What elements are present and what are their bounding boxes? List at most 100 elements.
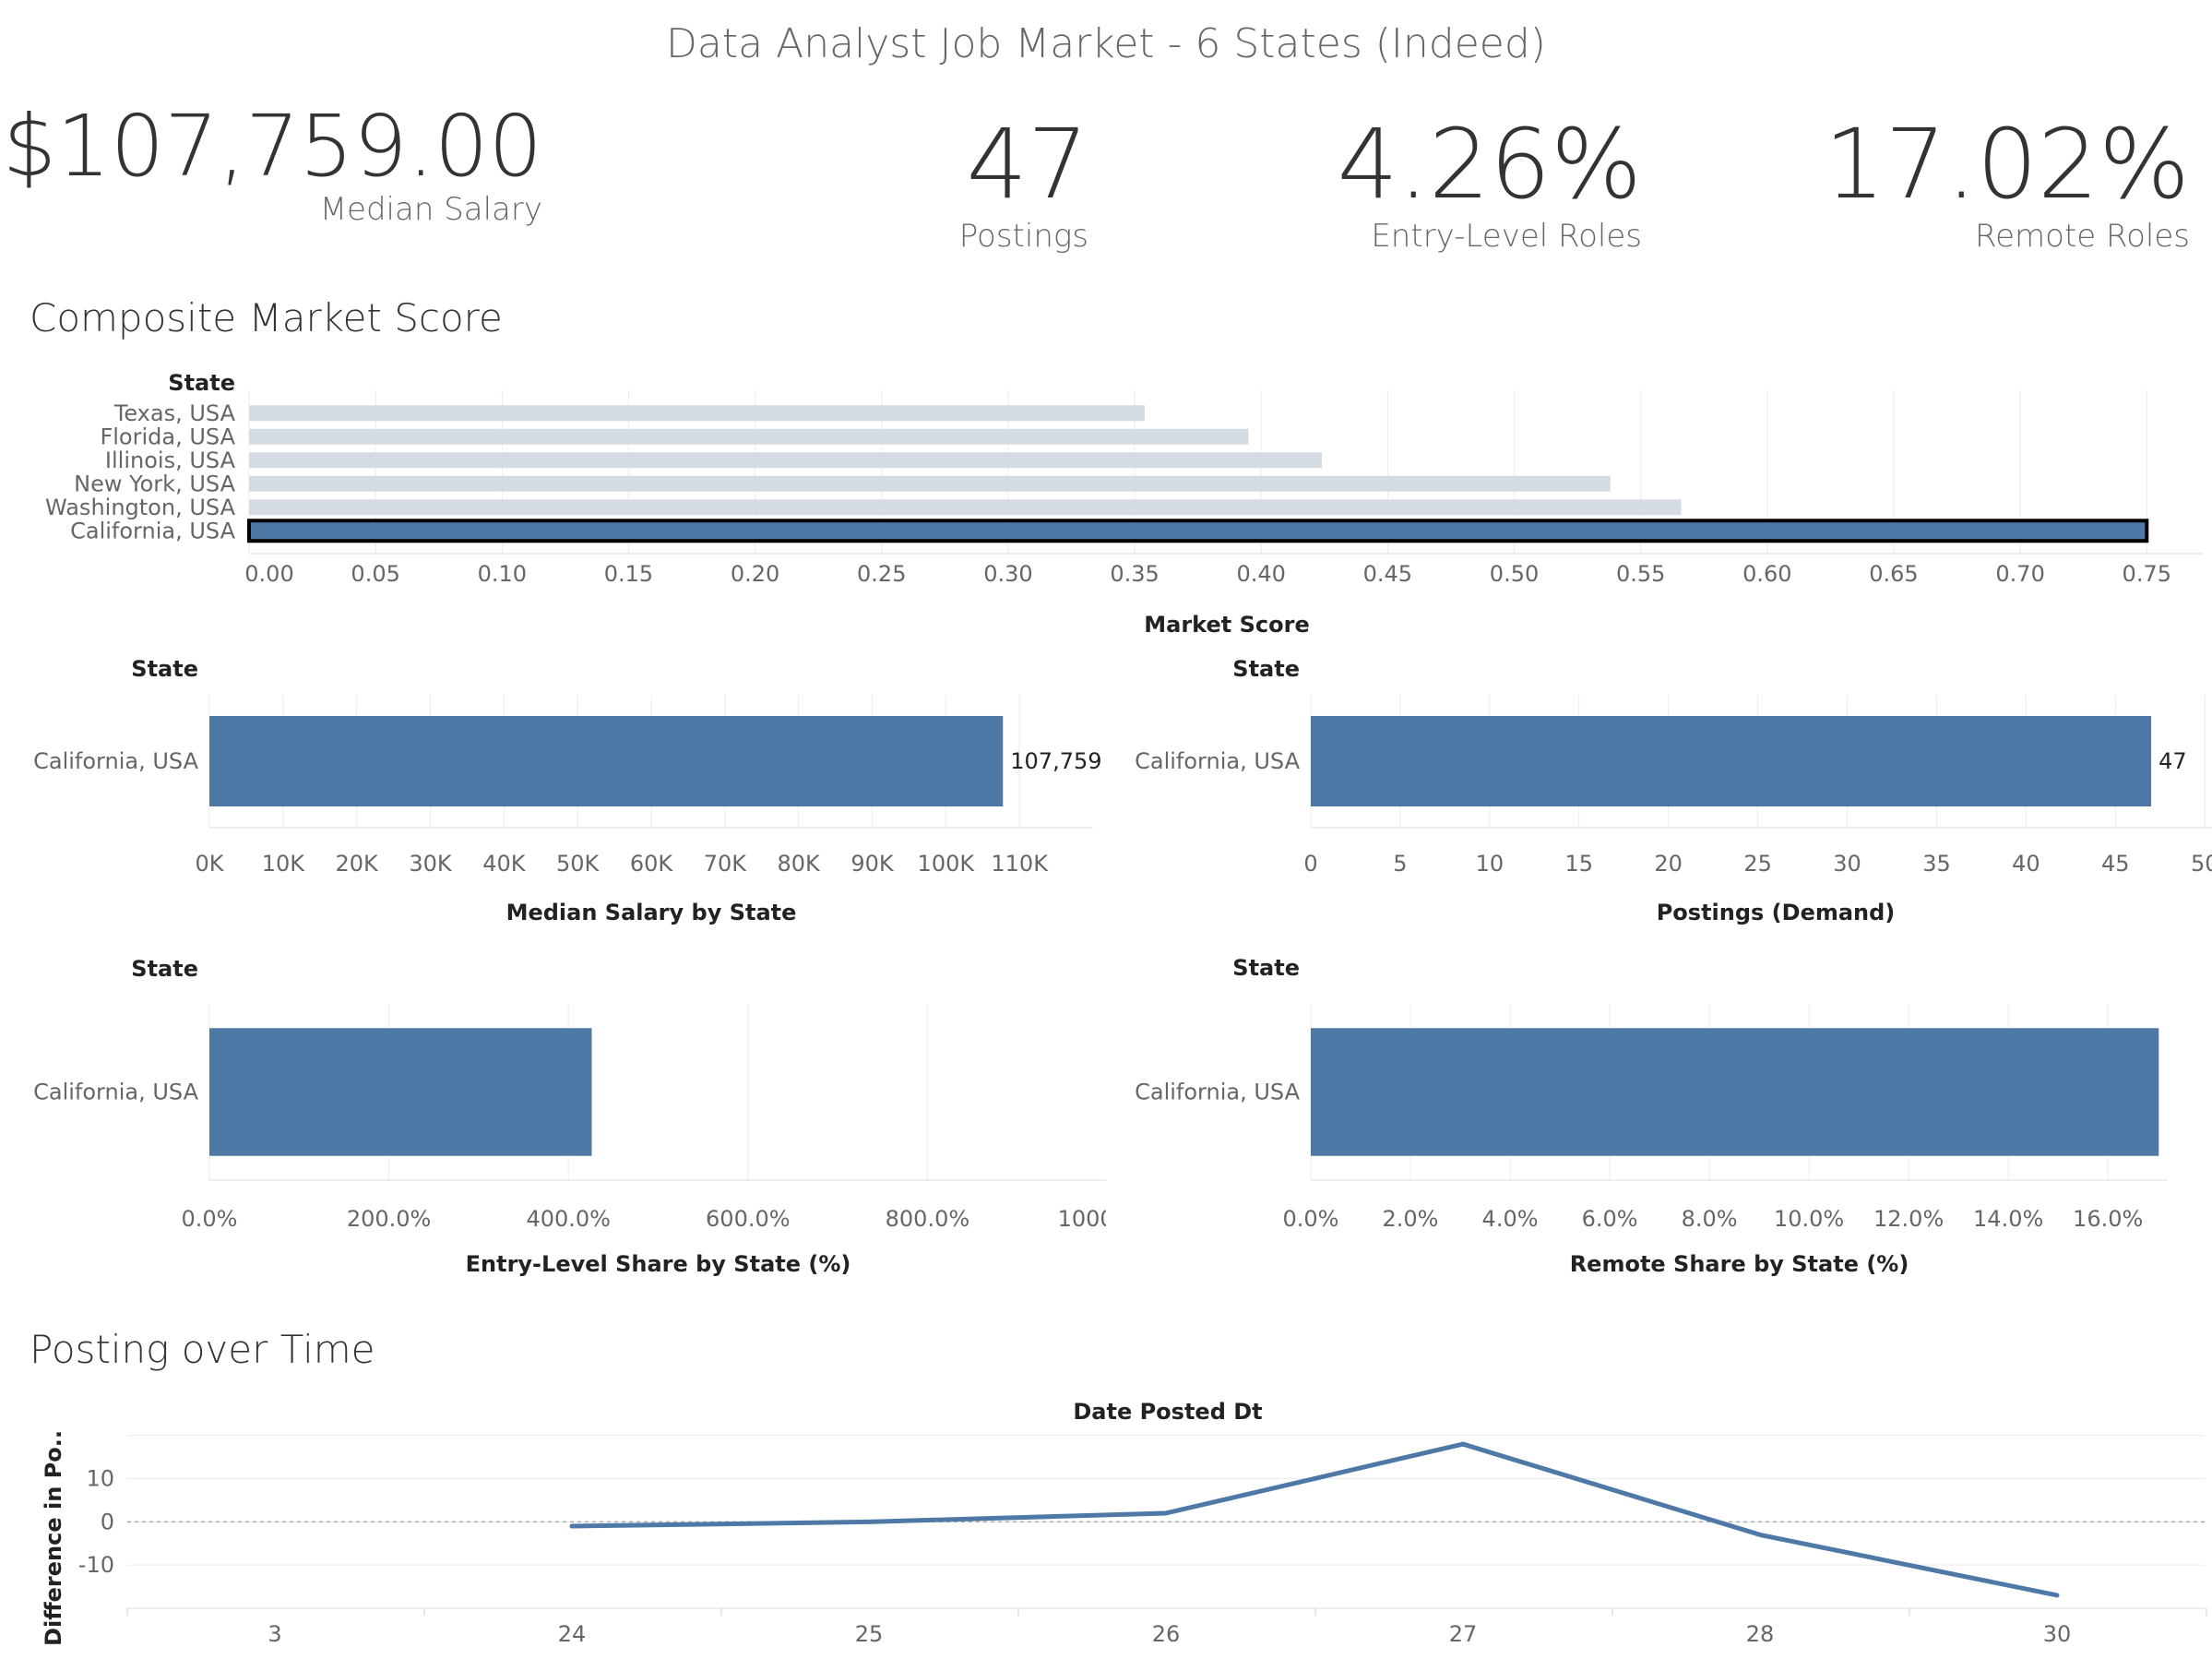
category-header: State xyxy=(1232,656,1300,682)
x-tick-label: 0.0% xyxy=(1283,1206,1339,1232)
x-tick-label: 0.75 xyxy=(2123,561,2171,587)
x-tick-label: 4.0% xyxy=(1482,1206,1539,1232)
x-tick-label: 20K xyxy=(336,851,380,877)
x-tick-label: 0.60 xyxy=(1742,561,1791,587)
y-tick-label: -10 xyxy=(78,1552,114,1578)
x-tick-label: 1000.0% xyxy=(1058,1206,1106,1232)
y-tick-label: 10 xyxy=(86,1466,114,1492)
x-tick-label: 30 xyxy=(1833,851,1861,877)
bar xyxy=(209,715,1004,807)
x-tick-label: 30 xyxy=(2043,1621,2072,1647)
x-tick-label: 28 xyxy=(1746,1621,1775,1647)
x-tick-label: 0K xyxy=(195,851,224,877)
x-tick-label: 80K xyxy=(778,851,822,877)
category-label: Washington, USA xyxy=(45,495,236,520)
x-tick-label: 0.30 xyxy=(983,561,1032,587)
section-composite-title: Composite Market Score xyxy=(30,295,503,340)
x-tick-label: 6.0% xyxy=(1582,1206,1638,1232)
category-header: State xyxy=(168,370,235,396)
data-label: 47 xyxy=(2158,748,2187,774)
bar xyxy=(249,475,1611,492)
category-label: New York, USA xyxy=(74,471,235,496)
axis-title: Median Salary by State xyxy=(506,900,797,925)
x-tick-label: 110K xyxy=(991,851,1049,877)
x-tick-label: 2.0% xyxy=(1383,1206,1439,1232)
x-tick-label: 70K xyxy=(704,851,748,877)
x-tick-label: 0.45 xyxy=(1363,561,1412,587)
x-tick-label: 10.0% xyxy=(1774,1206,1844,1232)
category-label: Florida, USA xyxy=(100,424,235,449)
x-tick-label: 16.0% xyxy=(2073,1206,2143,1232)
kpi-postings-value: 47 xyxy=(966,108,1088,221)
category-label: Illinois, USA xyxy=(105,448,236,473)
kpi-remote-label: Remote Roles xyxy=(1975,218,2190,255)
bar xyxy=(249,499,1682,516)
x-tick-label: 20 xyxy=(1654,851,1683,877)
x-tick-label: 0.15 xyxy=(604,561,653,587)
x-tick-label: 600.0% xyxy=(706,1206,791,1232)
bar xyxy=(209,1028,592,1156)
x-tick-label: 10 xyxy=(1476,851,1504,877)
x-tick-label: 50 xyxy=(2191,851,2212,877)
bar-highlighted xyxy=(247,519,2149,543)
median-salary-chart: 0K 10K 20K 30K 40K 50K 60K 70K 80K 90K 100K 110K Sta… xyxy=(33,656,1101,925)
x-tick-label: 0.35 xyxy=(1110,561,1159,587)
x-tick-label: 27 xyxy=(1449,1621,1478,1647)
x-tick-label: 800.0% xyxy=(886,1206,970,1232)
category-header: State xyxy=(131,956,198,982)
x-tick-label: 0.05 xyxy=(351,561,399,587)
kpi-entry-level-label: Entry-Level Roles xyxy=(1371,218,1642,255)
category-label: California, USA xyxy=(33,1080,198,1105)
x-tick-label: 0.65 xyxy=(1869,561,1918,587)
category-header: State xyxy=(131,656,198,682)
x-tick-label: 24 xyxy=(558,1621,587,1647)
x-tick-label: 12.0% xyxy=(1873,1206,1944,1232)
posting-over-time-chart: 10 0 -10 3 24 25 26 27 28 30 Date Posted Dt Differe… xyxy=(41,1399,2207,1647)
column-header: Date Posted Dt xyxy=(1073,1399,1262,1425)
x-tick-label: 60K xyxy=(630,851,674,877)
category-label: California, USA xyxy=(1135,748,1300,774)
x-tick-label: 40K xyxy=(482,851,527,877)
category-label: California, USA xyxy=(33,748,198,774)
kpi-remote-value: 17.02% xyxy=(1824,108,2190,221)
x-tick-label: 0 xyxy=(1303,851,1317,877)
axis-title: Postings (Demand) xyxy=(1657,900,1896,925)
x-tick-label: 0.10 xyxy=(478,561,527,587)
x-tick-label: 25 xyxy=(855,1621,884,1647)
x-tick-label: 90K xyxy=(850,851,895,877)
x-tick-label: 10K xyxy=(262,851,306,877)
x-tick-label: 5 xyxy=(1393,851,1407,877)
series-line xyxy=(569,1441,2060,1598)
x-tick-label: 0.70 xyxy=(1995,561,2044,587)
x-tick-label: 25 xyxy=(1743,851,1772,877)
category-header: State xyxy=(1232,955,1300,981)
x-tick-label: 3 xyxy=(268,1621,281,1647)
x-tick-label: 200.0% xyxy=(347,1206,432,1232)
category-label: California, USA xyxy=(1135,1080,1300,1105)
x-tick-label: 0.50 xyxy=(1490,561,1539,587)
x-tick-label: 35 xyxy=(1922,851,1951,877)
x-tick-label: 100K xyxy=(918,851,976,877)
kpi-entry-level-value: 4.26% xyxy=(1337,108,1642,221)
dashboard-title: Data Analyst Job Market - 6 States (Inde… xyxy=(666,20,1546,67)
bar xyxy=(249,452,1323,469)
x-tick-label: 50K xyxy=(556,851,601,877)
kpi-median-salary-label: Median Salary xyxy=(319,191,542,228)
composite-market-score-chart: 0.00 0.05 0.10 0.15 0.20 0.25 0.30 0.35 0.40 0.45… xyxy=(45,370,2203,638)
section-over-time-title: Posting over Time xyxy=(30,1327,375,1372)
x-tick-label: 8.0% xyxy=(1682,1206,1738,1232)
x-tick-label: 400.0% xyxy=(526,1206,611,1232)
category-label: Texas, USA xyxy=(113,400,236,426)
y-tick-label: 0 xyxy=(101,1509,114,1534)
remote-share-chart: 0.0% 2.0% 4.0% 6.0% 8.0% 10.0% 12.0% 14.0% 16.0%… xyxy=(1135,955,2168,1277)
x-tick-label: 0.0% xyxy=(182,1206,238,1232)
bar xyxy=(1311,1028,2159,1156)
entry-level-share-chart: 0.0% 200.0% 400.0% 600.0% 800.0% 1000.0% State… xyxy=(33,956,1106,1277)
x-tick-label: 0.00 xyxy=(244,561,293,587)
x-tick-label: 30K xyxy=(409,851,453,877)
y-axis-title: Difference in Po.. xyxy=(41,1430,66,1646)
axis-title: Market Score xyxy=(1144,612,1309,638)
axis-title: Remote Share by State (%) xyxy=(1570,1251,1909,1277)
x-tick-label: 26 xyxy=(1152,1621,1181,1647)
x-tick-label: 0.25 xyxy=(857,561,906,587)
